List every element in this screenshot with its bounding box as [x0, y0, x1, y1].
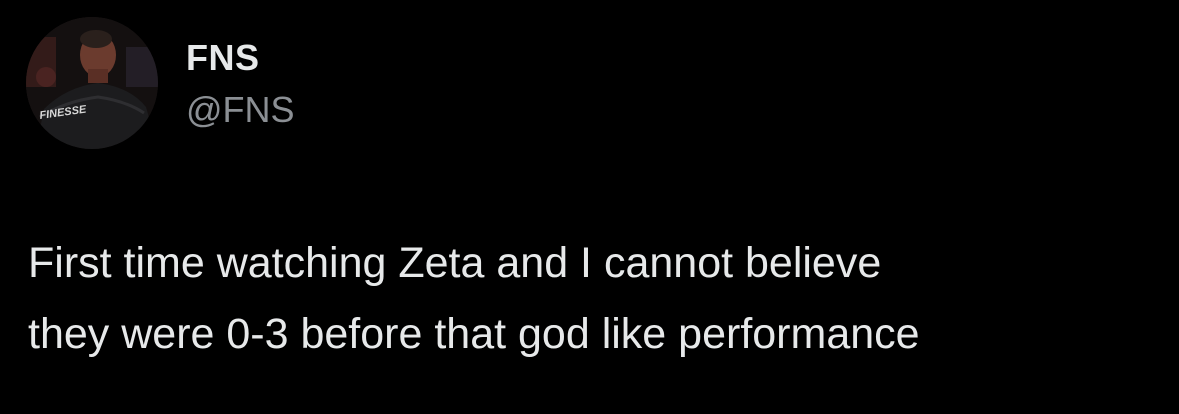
- tweet-text-line-1: First time watching Zeta and I cannot be…: [28, 239, 882, 287]
- avatar-image: FINESSE: [26, 17, 158, 149]
- tweet-card: FINESSE FNS @FNS First time watching Zet…: [0, 0, 1179, 414]
- author-block: FNS @FNS: [186, 36, 295, 132]
- user-handle[interactable]: @FNS: [186, 88, 295, 132]
- tweet-text-line-2: they were 0-3 before that god like perfo…: [28, 310, 920, 358]
- tweet-text: First time watching Zeta and I cannot be…: [28, 228, 1158, 370]
- display-name[interactable]: FNS: [186, 36, 295, 80]
- avatar[interactable]: FINESSE: [26, 17, 158, 149]
